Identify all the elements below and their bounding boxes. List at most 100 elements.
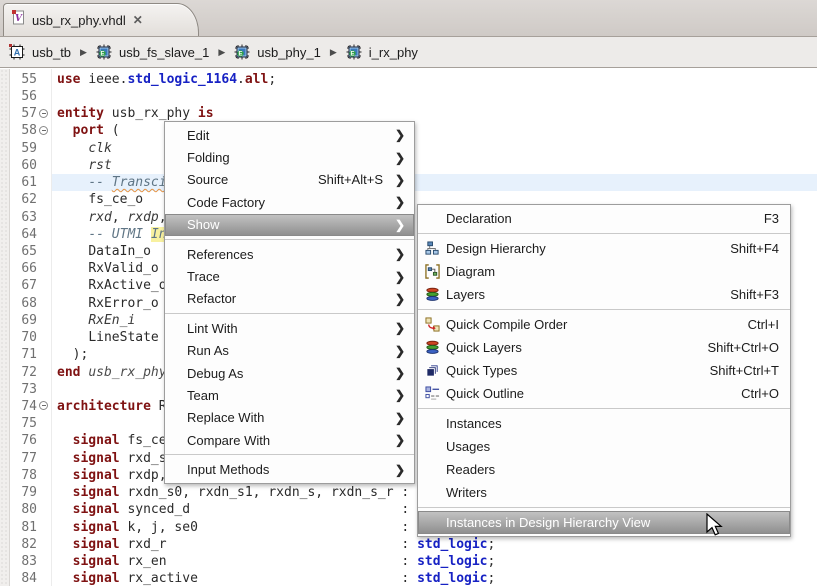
menu-item-instances[interactable]: Instances	[418, 412, 790, 435]
fold-collapse-icon[interactable]	[37, 122, 52, 139]
breadcrumb: Ausb_tb▶Eusb_fs_slave_1▶Eusb_phy_1▶Ei_rx…	[0, 36, 817, 68]
breadcrumb-label: usb_tb	[32, 45, 71, 60]
code-text[interactable]	[52, 88, 817, 105]
submenu-arrow-icon: ❯	[393, 128, 405, 142]
breadcrumb-item-usb-phy-1[interactable]: Eusb_phy_1	[234, 44, 321, 60]
menu-item-team[interactable]: Team❯	[165, 384, 414, 406]
fold-margin	[37, 415, 52, 432]
menu-icon-placeholder	[424, 485, 440, 501]
menu-item-quick-outline[interactable]: Quick OutlineCtrl+O	[418, 382, 790, 405]
submenu-arrow-icon: ❯	[393, 433, 405, 447]
menu-item-input-methods[interactable]: Input Methods❯	[165, 458, 414, 480]
fold-margin	[37, 295, 52, 312]
menu-item-refactor[interactable]: Refactor❯	[165, 288, 414, 310]
menu-item-quick-layers[interactable]: Quick LayersShift+Ctrl+O	[418, 336, 790, 359]
menu-item-run-as[interactable]: Run As❯	[165, 340, 414, 362]
submenu-arrow-icon: ❯	[393, 388, 405, 402]
fold-margin	[37, 346, 52, 363]
menu-item-label: Instances	[446, 416, 781, 431]
submenu-arrow-icon: ❯	[393, 173, 405, 187]
menu-item-quick-types[interactable]: Quick TypesShift+Ctrl+T	[418, 359, 790, 382]
menu-item-trace[interactable]: Trace❯	[165, 265, 414, 287]
menu-item-source[interactable]: SourceShift+Alt+S❯	[165, 169, 414, 191]
menu-item-code-factory[interactable]: Code Factory❯	[165, 191, 414, 213]
menu-item-folding[interactable]: Folding❯	[165, 146, 414, 168]
menu-item-quick-compile-order[interactable]: Quick Compile OrderCtrl+I	[418, 313, 790, 336]
code-line-55[interactable]: 55use ieee.std_logic_1164.all;	[0, 71, 817, 88]
menu-item-writers[interactable]: Writers	[418, 481, 790, 504]
tab-close-icon[interactable]: ✕	[133, 13, 143, 27]
menu-item-compare-with[interactable]: Compare With❯	[165, 429, 414, 451]
breadcrumb-item-i-rx-phy[interactable]: Ei_rx_phy	[346, 44, 418, 60]
submenu-arrow-icon: ❯	[393, 195, 405, 209]
code-text[interactable]: signal rxd_r : std_logic;	[52, 536, 817, 553]
svg-text:E: E	[239, 52, 243, 58]
fold-margin	[37, 191, 52, 208]
menu-item-replace-with[interactable]: Replace With❯	[165, 407, 414, 429]
fold-margin	[37, 570, 52, 586]
menu-item-label: Edit	[187, 128, 393, 143]
code-line-84[interactable]: 84 signal rx_active : std_logic;	[0, 570, 817, 586]
fold-margin	[37, 260, 52, 277]
code-line-56[interactable]: 56	[0, 88, 817, 105]
breadcrumb-item-usb-fs-slave-1[interactable]: Eusb_fs_slave_1	[96, 44, 209, 60]
fold-collapse-icon[interactable]	[37, 398, 52, 415]
menu-item-design-hierarchy[interactable]: Design HierarchyShift+F4	[418, 237, 790, 260]
menu-separator	[165, 239, 414, 240]
breadcrumb-item-usb-tb[interactable]: Ausb_tb	[9, 44, 71, 60]
menu-item-label: Trace	[187, 269, 393, 284]
menu-item-references[interactable]: References❯	[165, 243, 414, 265]
line-number: 69	[10, 312, 37, 329]
fold-margin	[37, 329, 52, 346]
menu-item-debug-as[interactable]: Debug As❯	[165, 362, 414, 384]
submenu-arrow-icon: ❯	[393, 218, 405, 232]
editor-tab[interactable]: V usb_rx_phy.vhdl ✕	[3, 3, 199, 36]
line-number: 56	[10, 88, 37, 105]
ide-window: { "tab": { "title": "usb_rx_phy.vhdl", "…	[0, 0, 817, 586]
menu-item-label: Readers	[446, 462, 781, 477]
fold-margin	[37, 536, 52, 553]
breadcrumb-arrow-icon: ▶	[330, 47, 337, 58]
submenu-arrow-icon: ❯	[393, 247, 405, 261]
breadcrumb-arrow-icon: ▶	[80, 47, 87, 58]
layers-icon	[424, 287, 440, 303]
menu-item-label: Run As	[187, 343, 393, 358]
menu-item-readers[interactable]: Readers	[418, 458, 790, 481]
menu-icon-placeholder	[424, 416, 440, 432]
line-number: 68	[10, 295, 37, 312]
line-number: 62	[10, 191, 37, 208]
fold-margin	[37, 140, 52, 157]
menu-icon-placeholder	[424, 211, 440, 227]
line-number: 77	[10, 450, 37, 467]
line-number: 60	[10, 157, 37, 174]
menu-item-diagram[interactable]: Diagram	[418, 260, 790, 283]
code-line-82[interactable]: 82 signal rxd_r : std_logic;	[0, 536, 817, 553]
menu-item-edit[interactable]: Edit❯	[165, 124, 414, 146]
menu-item-label: Source	[187, 172, 300, 187]
submenu-arrow-icon: ❯	[393, 292, 405, 306]
code-text[interactable]: signal rx_active : std_logic;	[52, 570, 817, 586]
menu-item-lint-with[interactable]: Lint With❯	[165, 317, 414, 339]
menu-item-declaration[interactable]: DeclarationF3	[418, 207, 790, 230]
line-number: 82	[10, 536, 37, 553]
menu-item-usages[interactable]: Usages	[418, 435, 790, 458]
code-line-57[interactable]: 57 entity usb_rx_phy is	[0, 105, 817, 122]
menu-item-show[interactable]: Show❯	[165, 214, 414, 236]
line-number: 59	[10, 140, 37, 157]
menu-item-label: Declaration	[446, 211, 746, 226]
code-line-83[interactable]: 83 signal rx_en : std_logic;	[0, 553, 817, 570]
code-text[interactable]: entity usb_rx_phy is	[52, 105, 817, 122]
menu-item-instances-in-design-hierarchy-view[interactable]: Instances in Design Hierarchy View	[418, 511, 790, 534]
line-number: 57	[10, 105, 37, 122]
menu-separator	[418, 233, 790, 234]
menu-item-shortcut: Ctrl+I	[748, 317, 779, 332]
code-text[interactable]: use ieee.std_logic_1164.all;	[52, 71, 817, 88]
line-number: 71	[10, 346, 37, 363]
code-text[interactable]: signal rx_en : std_logic;	[52, 553, 817, 570]
fold-margin	[37, 277, 52, 294]
fold-collapse-icon[interactable]	[37, 105, 52, 122]
line-number: 64	[10, 226, 37, 243]
menu-item-label: Team	[187, 388, 393, 403]
line-number: 79	[10, 484, 37, 501]
menu-item-layers[interactable]: LayersShift+F3	[418, 283, 790, 306]
